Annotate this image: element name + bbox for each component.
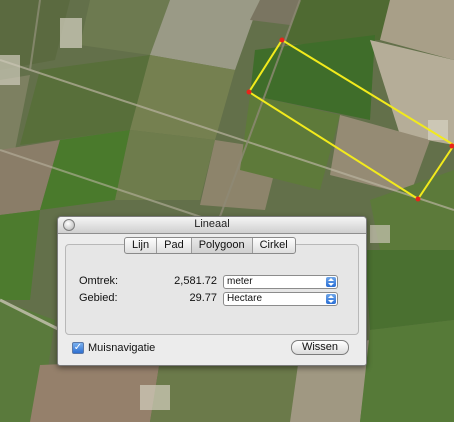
mouse-navigation-label: Muisnavigatie — [88, 342, 156, 354]
perimeter-value: 2,581.72 — [174, 275, 217, 287]
field — [115, 130, 215, 200]
area-unit-select[interactable]: Hectare — [223, 292, 338, 306]
farm-building — [370, 225, 390, 243]
measurement-panel: Omtrek: 2,581.72 meter Gebied: 29.77 Hec… — [65, 244, 359, 335]
tab-polygon[interactable]: Polygoon — [191, 238, 253, 253]
polygon-vertex[interactable] — [279, 37, 285, 43]
mode-tabs: Lijn Pad Polygoon Cirkel — [124, 237, 296, 254]
field — [360, 320, 454, 422]
perimeter-label: Omtrek: — [79, 275, 119, 287]
area-unit-value: Hectare — [227, 293, 263, 304]
perimeter-unit-select[interactable]: meter — [223, 275, 338, 289]
perimeter-unit-value: meter — [227, 276, 253, 287]
window-title: Lineaal — [194, 218, 230, 230]
polygon-vertex[interactable] — [415, 196, 421, 202]
field — [365, 250, 454, 330]
ruler-window: Lineaal Omtrek: 2,581.72 meter Gebied: 2… — [57, 216, 367, 366]
tab-path[interactable]: Pad — [157, 238, 192, 253]
farm-building — [140, 385, 170, 410]
tab-line[interactable]: Lijn — [125, 238, 158, 253]
area-value: 29.77 — [189, 292, 217, 304]
area-label: Gebied: — [79, 292, 118, 304]
polygon-vertex[interactable] — [246, 89, 252, 95]
tab-circle[interactable]: Cirkel — [253, 238, 295, 253]
select-arrows-icon — [326, 294, 336, 304]
clear-button[interactable]: Wissen — [291, 340, 349, 355]
farm-building — [60, 18, 82, 48]
mouse-navigation-checkbox[interactable]: ✓ — [72, 342, 84, 354]
select-arrows-icon — [326, 277, 336, 287]
title-bar[interactable]: Lineaal — [58, 217, 366, 234]
checkmark-icon: ✓ — [73, 342, 83, 353]
farm-building — [0, 55, 20, 85]
